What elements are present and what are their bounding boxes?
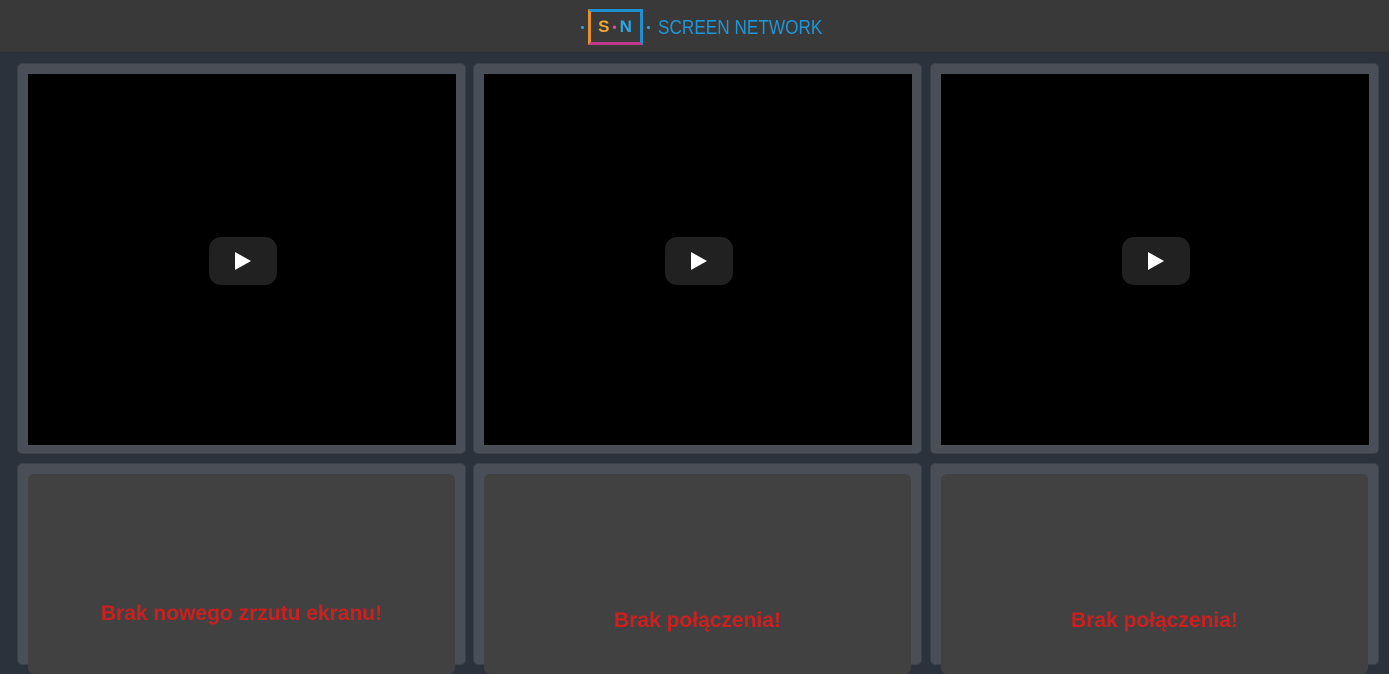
logo-letters: S • N	[588, 9, 643, 45]
screenshot-area-3[interactable]: Brak połączenia!	[941, 474, 1368, 674]
logo-letter-s: S	[598, 17, 611, 36]
video-tile-2	[474, 64, 921, 453]
play-button-2[interactable]	[665, 237, 733, 285]
logo-separator: •	[612, 20, 618, 34]
screenshot-area-2[interactable]: Brak połączenia!	[484, 474, 911, 674]
screenshot-tile-1: Brak nowego zrzutu ekranu!	[18, 464, 465, 674]
status-message-3: Brak połączenia!	[1071, 609, 1238, 632]
logo-dot-left	[581, 26, 584, 29]
screenshot-tile-3: Brak połączenia!	[931, 464, 1378, 674]
screen-network-logo[interactable]: S • N SCREEN NETWORK	[580, 8, 849, 48]
screenshot-tile-2: Brak połączenia!	[474, 464, 921, 674]
video-tile-1	[18, 64, 465, 453]
app-header: S • N SCREEN NETWORK	[0, 0, 1389, 53]
play-icon	[1148, 252, 1164, 270]
screenshot-area-1[interactable]: Brak nowego zrzutu ekranu!	[28, 474, 455, 674]
video-player-1[interactable]	[28, 74, 456, 445]
status-message-2: Brak połączenia!	[614, 609, 781, 632]
brand-name: SCREEN NETWORK	[658, 16, 823, 39]
video-player-3[interactable]	[941, 74, 1369, 445]
play-button-3[interactable]	[1122, 237, 1190, 285]
play-icon	[691, 252, 707, 270]
logo-dot-right	[647, 26, 650, 29]
play-button-1[interactable]	[209, 237, 277, 285]
video-player-2[interactable]	[484, 74, 912, 445]
logo-letter-n: N	[619, 17, 633, 36]
logo-mark: S • N	[580, 8, 650, 48]
video-tile-3	[931, 64, 1378, 453]
status-message-1: Brak nowego zrzutu ekranu!	[100, 602, 383, 625]
play-icon	[235, 252, 251, 270]
